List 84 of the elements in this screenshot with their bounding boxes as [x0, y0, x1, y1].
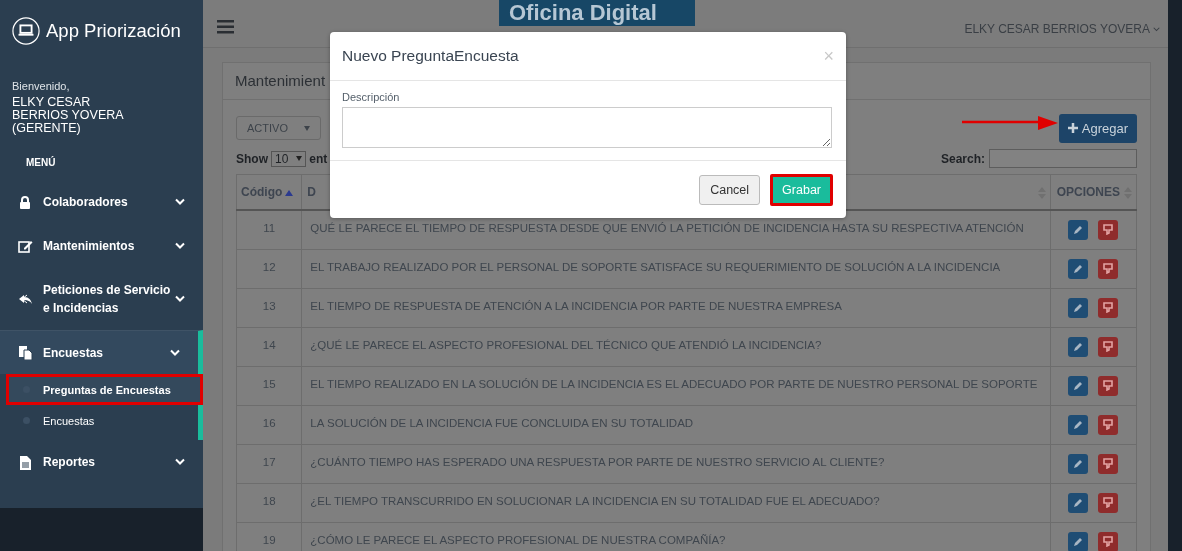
delete-button[interactable] [1098, 375, 1119, 396]
panel-title: Mantenimient [235, 72, 326, 89]
edit-button[interactable] [1068, 336, 1089, 357]
pencil-icon [1073, 224, 1084, 235]
delete-button[interactable] [1098, 414, 1119, 435]
delete-button[interactable] [1098, 258, 1119, 279]
table-cell: 19 [262, 533, 276, 546]
pencil-icon [1073, 341, 1084, 352]
chevron-icon [175, 242, 185, 251]
submenu-item[interactable]: Encuestas [0, 405, 198, 437]
cancel-button[interactable]: Cancel [699, 174, 761, 205]
plus-icon [1067, 123, 1078, 133]
edit-icon [18, 238, 33, 254]
edit-button[interactable] [1068, 492, 1089, 513]
table-cell: 11 [263, 222, 276, 234]
table-cell: 13 [262, 299, 276, 312]
chevron-icon [1153, 26, 1160, 32]
edit-button[interactable] [1068, 258, 1089, 279]
menu-icon[interactable] [217, 20, 234, 34]
edit-button[interactable] [1068, 375, 1089, 396]
delete-button[interactable] [1098, 531, 1119, 551]
table-cell: LA SOLUCIÓN DE LA INCIDENCIA FUE CONCLUIDA EN SU TOTALIDAD [310, 416, 694, 429]
edit-button[interactable] [1068, 531, 1089, 551]
delete-button[interactable] [1098, 336, 1119, 357]
table-cell: ¿QUÉ LE PARECE EL ASPECTO PROFESIONAL DEL TÉCNICO QUE ATENDIÓ LA INCIDENCIA? [310, 338, 822, 351]
table-cell: ¿EL TIEMPO TRANSCURRIDO EN SOLUCIONAR LA INCIDENCIA EN SU TOTALIDAD FUE EL ADECUADO? [310, 494, 880, 507]
submenu-item[interactable]: Preguntas de Encuestas [6, 374, 203, 406]
sidebar-item[interactable]: Encuestas [0, 330, 203, 375]
table-cell: EL TIEMPO DE RESPUESTA DE ATENCIÓN A LA INCIDENCIA POR PARTE DE NUESTRA EMPRESA [310, 299, 842, 312]
table-cell: 16 [262, 416, 276, 429]
table-cell: 17 [262, 455, 276, 468]
chevron-icon [175, 198, 185, 207]
table-cell: ¿CÓMO LE PARECE EL ASPECTO PROFESIONAL DE NUESTRA COMPAÑÍA? [310, 533, 726, 546]
table-cell: QUÉ LE PARECE EL TIEMPO DE RESPUESTA DESDE QUE ENVIÓ LA PETICIÓN DE INCIDENCIA HASTA SU RESPECTIVA ATENCIÓN [310, 222, 1024, 234]
table-cell: 18 [262, 494, 276, 507]
laptop-icon [12, 17, 40, 45]
file-icon [18, 454, 33, 470]
edit-button[interactable] [1068, 219, 1089, 240]
chevron-icon [175, 458, 185, 467]
chevron-icon [170, 348, 180, 357]
table-cell: EL TIEMPO REALIZADO EN LA SOLUCIÓN DE LA INCIDENCIA ES EL ADECUADO POR PARTE DE NUESTRO PERSONAL DE SOPORTE [310, 377, 1038, 390]
delete-button[interactable] [1098, 297, 1119, 318]
menu-heading: MENÚ [25, 155, 57, 171]
sidebar-item[interactable]: Colaboradores [0, 180, 203, 225]
welcome-text: Bienvenido, [11, 79, 71, 92]
delete-button[interactable] [1098, 219, 1119, 240]
edit-button[interactable] [1068, 297, 1089, 318]
pencil-icon [1073, 380, 1084, 391]
caret-icon [303, 125, 310, 131]
logo-banner: Oficina Digital [499, 0, 695, 26]
table-cell: 14 [262, 338, 276, 351]
page-size-select[interactable]: 10 [271, 150, 307, 167]
sidebar-item[interactable]: Mantenimientos [0, 224, 203, 269]
copy-icon [18, 345, 33, 361]
pencil-icon [1073, 497, 1084, 508]
entries-label: ent [309, 151, 328, 166]
edit-button[interactable] [1068, 453, 1089, 474]
sort-asc-icon [285, 190, 294, 196]
table-cell: 12 [262, 260, 276, 273]
delete-button[interactable] [1098, 492, 1119, 513]
search-field[interactable] [989, 149, 1137, 168]
pencil-icon [1073, 263, 1084, 274]
table-cell: 15 [262, 377, 276, 390]
pencil-icon [1073, 536, 1084, 547]
chevron-icon [175, 295, 185, 304]
caret-icon [296, 156, 303, 161]
pencil-icon [1073, 458, 1084, 469]
user-name: ELKY CESAR BERRIOS YOVERA (GERENTE) [11, 94, 125, 136]
add-button[interactable]: Agregar [1058, 113, 1137, 143]
description-field[interactable] [342, 107, 832, 148]
field-label: Descripción [342, 91, 401, 103]
sidebar-item[interactable]: Peticiones de Servicio e Incidencias [0, 268, 203, 331]
pencil-icon [1073, 419, 1084, 430]
table-cell: EL TRABAJO REALIZADO POR EL PERSONAL DE SOPORTE SATISFACE SU REQUERIMIENTO DE SOLUCIÓN A LA INCIDENCIA [310, 260, 1001, 273]
pencil-icon [1073, 302, 1084, 313]
show-label: Show [236, 151, 268, 166]
edit-button[interactable] [1068, 414, 1089, 435]
dialog-title: Nuevo PreguntaEncuesta [342, 47, 520, 65]
lock-icon [18, 194, 33, 210]
sidebar-item[interactable]: Reportes [0, 440, 203, 485]
search-label: Search: [940, 151, 985, 166]
delete-button[interactable] [1098, 453, 1119, 474]
table-cell: ¿CUÁNTO TIEMPO HAS ESPERADO UNA RESPUESTA POR PARTE DE NUESTRO SERVICIO AL CLIENTE? [310, 455, 885, 468]
app-title: App Priorización [46, 20, 181, 42]
